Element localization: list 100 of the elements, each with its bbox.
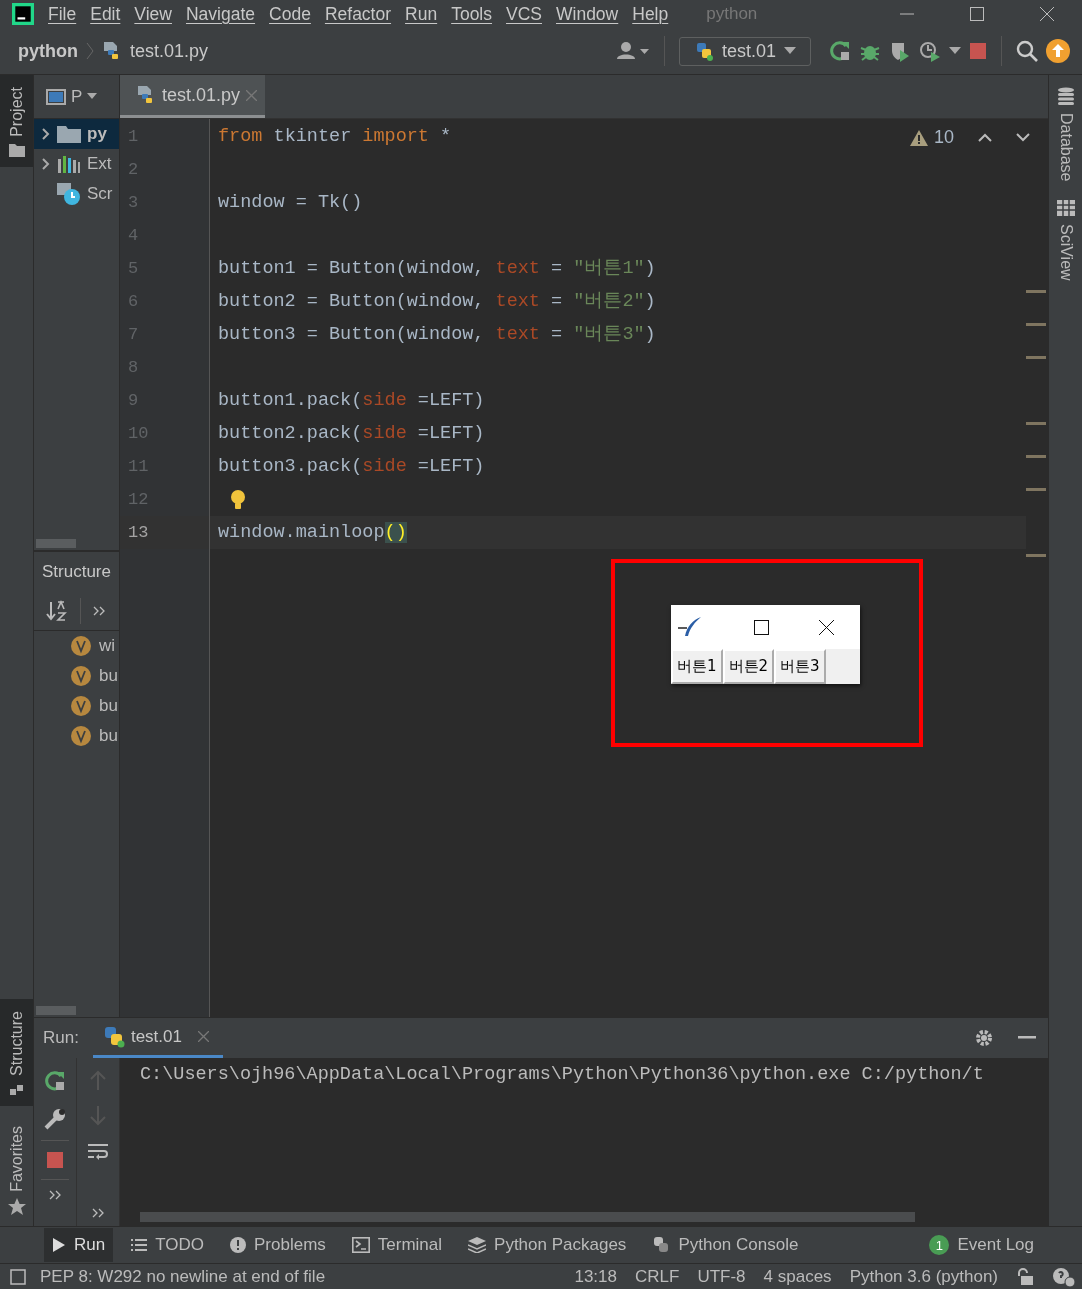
tk-button[interactable]: 버튼3 <box>774 649 826 684</box>
run-config-dropdown[interactable]: test.01 <box>678 36 811 66</box>
chevron-up-icon[interactable] <box>978 133 992 142</box>
tool-window-button[interactable]: TODO <box>123 1228 212 1262</box>
breadcrumb-item[interactable]: python <box>18 40 78 62</box>
code-line: from tkinter import * <box>218 125 452 149</box>
scrollbar-thumb[interactable] <box>36 538 76 548</box>
more-icon[interactable] <box>92 1208 104 1218</box>
table-icon <box>1056 199 1075 216</box>
rerun-icon[interactable] <box>44 1070 66 1092</box>
python-icon <box>652 1236 671 1254</box>
stop-icon[interactable] <box>969 42 987 60</box>
python-icon <box>102 1025 125 1048</box>
scrollbar-thumb[interactable] <box>36 1005 76 1015</box>
maximize-icon[interactable] <box>753 619 769 635</box>
count-badge: 1 <box>929 1235 950 1255</box>
chevron-right-icon <box>86 42 94 60</box>
sort-alpha-icon[interactable] <box>46 600 68 622</box>
chevron-down-icon[interactable] <box>1016 133 1030 142</box>
breadcrumb-item[interactable]: test.01.py <box>130 40 209 62</box>
tool-window-button[interactable]: Run <box>44 1228 114 1262</box>
tk-button[interactable]: 버튼1 <box>671 649 723 684</box>
project-tool-tab[interactable]: Project <box>0 75 33 167</box>
tool-window-button[interactable]: Python Packages <box>460 1228 635 1262</box>
event-log-button[interactable]: 1 Event Log <box>921 1228 1042 1262</box>
panel-toggle-icon[interactable] <box>10 1268 26 1285</box>
tree-item[interactable]: Ext <box>34 149 119 179</box>
user-icon[interactable] <box>615 41 650 61</box>
scrollbar-thumb[interactable] <box>140 1212 915 1222</box>
tk-button[interactable]: 버튼2 <box>722 649 775 684</box>
profiler-icon[interactable] <box>919 40 941 62</box>
play-icon <box>52 1237 66 1253</box>
menu-item[interactable]: Edit <box>90 3 121 25</box>
code-line: window = Tk() <box>218 191 363 215</box>
side-tool-tab[interactable]: SciView <box>1056 187 1075 287</box>
menu-item[interactable]: Code <box>269 3 311 25</box>
side-tool-tab[interactable]: Database <box>1056 75 1075 188</box>
menu-item[interactable]: VCS <box>506 3 542 25</box>
blocks-icon <box>9 1082 24 1097</box>
exclamation-icon <box>230 1237 246 1253</box>
rerun-icon[interactable] <box>829 40 851 62</box>
status-item[interactable]: 13:18 <box>574 1266 617 1287</box>
stop-icon[interactable] <box>46 1151 64 1169</box>
tree-item[interactable]: py <box>34 119 119 149</box>
side-tool-tab[interactable]: Structure <box>0 999 33 1107</box>
project-title: python <box>706 4 758 24</box>
code-line: button3 = Button(window, text = "버튼3") <box>218 323 656 347</box>
inspector-icon[interactable] <box>1052 1266 1076 1287</box>
window-icon <box>46 88 66 105</box>
menu-item[interactable]: Window <box>556 3 619 25</box>
status-item[interactable]: Python 3.6 (python) <box>849 1266 998 1287</box>
caret-icon <box>87 93 98 100</box>
code-line: button1.pack(side =LEFT) <box>218 389 485 413</box>
clock-file-icon <box>57 183 81 205</box>
lock-icon[interactable] <box>1016 1267 1034 1286</box>
chevron-right-icon[interactable] <box>41 157 51 171</box>
chevron-right-icon[interactable] <box>41 127 51 141</box>
status-item[interactable]: UTF-8 <box>697 1266 746 1287</box>
search-icon[interactable] <box>1016 40 1038 62</box>
more-icon[interactable] <box>93 606 105 616</box>
caret-icon[interactable] <box>949 47 961 55</box>
wrench-icon[interactable] <box>44 1108 66 1130</box>
menu-item[interactable]: Help <box>632 3 669 25</box>
code-line: button2 = Button(window, text = "버튼2") <box>218 290 656 314</box>
close-icon[interactable] <box>819 619 834 635</box>
warning-count[interactable]: 10 <box>933 127 954 148</box>
project-view-dropdown[interactable]: P <box>34 86 98 107</box>
menu-item[interactable]: View <box>134 3 172 25</box>
status-item[interactable]: 4 spaces <box>763 1266 832 1287</box>
run-label: Run: <box>43 1028 79 1048</box>
structure-item[interactable]: wi <box>34 631 119 661</box>
layers-icon <box>468 1237 487 1253</box>
app-logo-icon <box>12 3 34 25</box>
structure-item[interactable]: bu <box>34 661 119 691</box>
status-item[interactable]: CRLF <box>635 1266 680 1287</box>
structure-item[interactable]: bu <box>34 691 119 721</box>
more-icon[interactable] <box>49 1190 61 1200</box>
console-output: C:\Users\ojh96\AppData\Local\Programs\Python\Python36\python.exe C:/python/t <box>139 1063 985 1085</box>
structure-item[interactable]: bu <box>34 721 119 751</box>
tree-item[interactable]: Scr <box>34 179 119 209</box>
menu-item[interactable]: File <box>48 3 77 25</box>
soft-wrap-icon[interactable] <box>87 1142 109 1162</box>
tool-window-button[interactable]: Python Console <box>644 1228 807 1262</box>
caret-icon <box>784 47 796 55</box>
lightbulb-icon[interactable] <box>230 488 246 511</box>
editor-tab[interactable]: test.01.py <box>120 75 266 118</box>
minimize-icon[interactable] <box>1018 1036 1036 1040</box>
menu-item[interactable]: Tools <box>451 3 492 25</box>
coverage-icon[interactable] <box>889 40 911 62</box>
menu-item[interactable]: Run <box>405 3 438 25</box>
code-line: button3.pack(side =LEFT) <box>218 455 485 479</box>
tool-window-button[interactable]: Terminal <box>343 1228 451 1262</box>
update-icon[interactable] <box>1046 39 1070 63</box>
menu-item[interactable]: Navigate <box>186 3 256 25</box>
settings-icon[interactable] <box>974 1028 994 1048</box>
terminal-icon <box>351 1237 370 1253</box>
warning-icon[interactable] <box>909 129 928 146</box>
tool-window-button[interactable]: Problems <box>222 1228 334 1262</box>
side-tool-tab[interactable]: Favorites <box>0 1114 33 1226</box>
menu-item[interactable]: Refactor <box>324 3 392 25</box>
